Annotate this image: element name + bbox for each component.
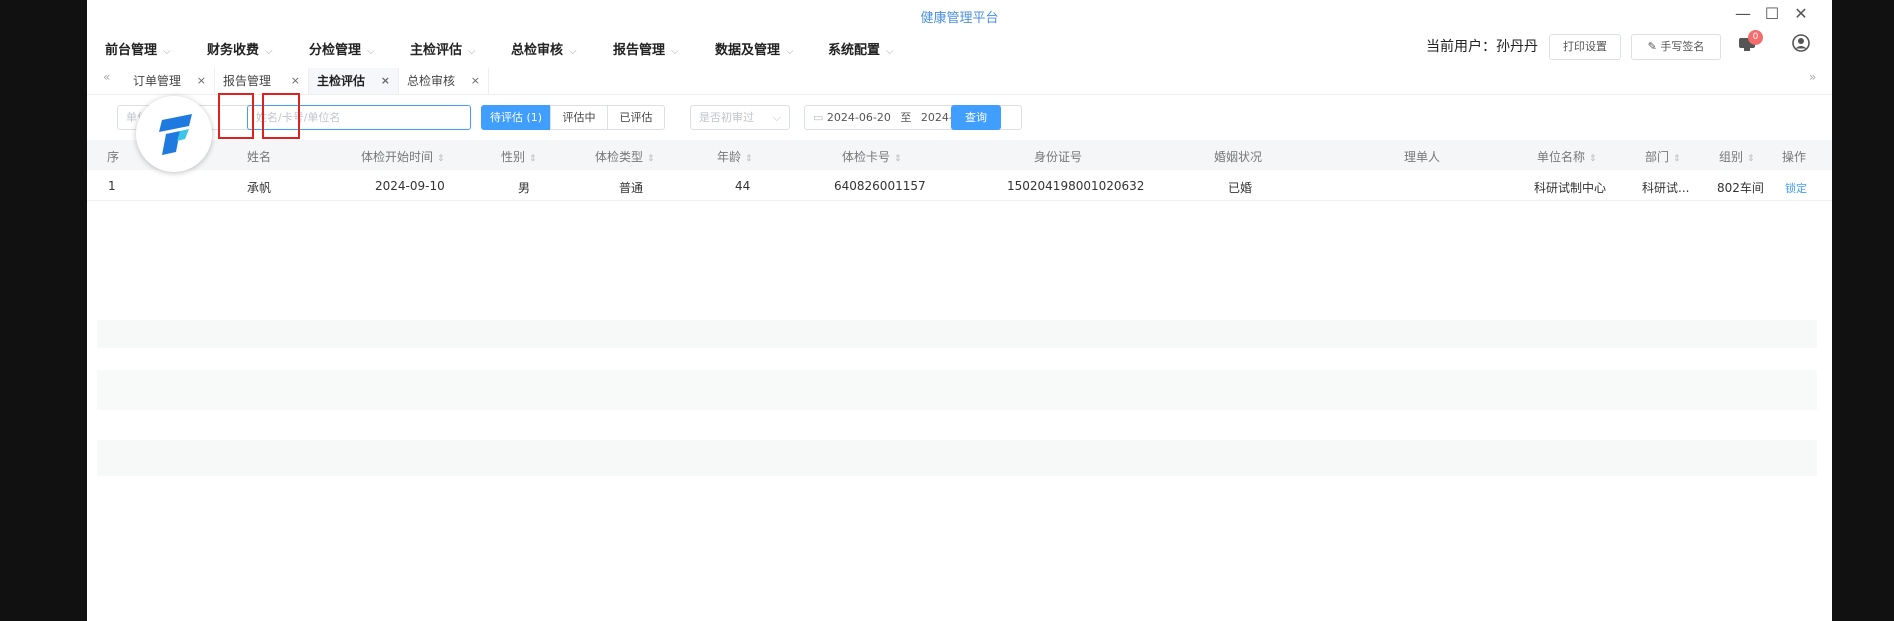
cell-index: 1 (108, 179, 116, 193)
sort-icon[interactable]: ⇕ (745, 154, 753, 164)
col-age[interactable]: 年龄 ⇕ (717, 148, 753, 165)
sort-icon[interactable]: ⇕ (1673, 154, 1681, 164)
tab-main-assessment[interactable]: 主检评估 × (309, 68, 399, 94)
print-settings-button[interactable]: 打印设置 (1549, 34, 1621, 60)
col-dept[interactable]: 部门 ⇕ (1645, 148, 1681, 165)
close-button[interactable]: ✕ (1790, 4, 1812, 23)
maximize-button[interactable]: ☐ (1761, 4, 1783, 23)
highlight-box-1 (218, 93, 254, 139)
col-index: 序 (107, 150, 120, 164)
status-done[interactable]: 已评估 (607, 105, 665, 130)
cell-start-date: 2024-09-10 (375, 179, 445, 193)
edit-icon: ✎ (1647, 40, 1661, 53)
menu-system[interactable]: 系统配置 ⌵ (828, 39, 894, 58)
col-name: 姓名 (247, 150, 272, 164)
date-start: 2024-06-20 (826, 111, 891, 124)
cell-gender: 男 (518, 181, 531, 195)
chevron-down-icon: ⌵ (671, 46, 679, 57)
highlight-box-2 (262, 93, 300, 139)
sort-icon[interactable]: ⇕ (1747, 154, 1755, 164)
close-icon[interactable]: × (381, 68, 390, 94)
col-marital: 婚姻状况 (1214, 150, 1263, 164)
cell-id-no: 150204198001020632 (1007, 179, 1145, 193)
tab-scroll-left-icon[interactable]: « (103, 70, 110, 84)
cell-age: 44 (735, 179, 751, 193)
minimize-button[interactable]: — (1732, 4, 1754, 23)
close-icon[interactable]: × (197, 68, 206, 94)
col-group[interactable]: 组别 ⇕ (1719, 148, 1755, 165)
table-row[interactable]: 1 承帆 2024-09-10 男 普通 44 640826001157 150… (87, 172, 1832, 201)
chevron-down-icon: ⌵ (367, 46, 375, 57)
menu-sub-exam[interactable]: 分检管理 ⌵ (309, 39, 375, 58)
sort-icon[interactable]: ⇕ (647, 154, 655, 164)
sort-icon[interactable]: ⇕ (1589, 154, 1597, 164)
signature-button[interactable]: ✎ 手写签名 (1631, 34, 1721, 60)
query-button[interactable]: 查询 (951, 105, 1001, 130)
notification-badge: 0 (1748, 30, 1763, 45)
review-select[interactable]: 是否初审过 ⌵ (690, 105, 790, 130)
menu-report[interactable]: 报告管理 ⌵ (613, 39, 679, 58)
tab-scroll-right-icon[interactable]: » (1809, 70, 1816, 84)
status-in-progress[interactable]: 评估中 (550, 105, 608, 130)
status-pending[interactable]: 待评估 (1) (481, 105, 551, 130)
chevron-down-icon: ⌵ (265, 46, 273, 57)
chevron-down-icon: ⌵ (569, 46, 577, 57)
col-handler: 理单人 (1404, 150, 1441, 164)
sort-icon[interactable]: ⇕ (437, 154, 445, 164)
chevron-down-icon: ⌵ (468, 46, 476, 57)
menu-finance[interactable]: 财务收费 ⌵ (207, 39, 273, 58)
cell-exam-type: 普通 (619, 181, 644, 195)
table-header: 序 姓名 体检开始时间 ⇕ 性别 ⇕ 体检类型 ⇕ 年龄 ⇕ 体检卡号 ⇕ 身份证号 婚姻… (87, 140, 1832, 170)
sort-icon[interactable]: ⇕ (894, 154, 902, 164)
menu-front-desk[interactable]: 前台管理 ⌵ (105, 39, 171, 58)
col-unit[interactable]: 单位名称 ⇕ (1537, 148, 1597, 165)
cell-dept: 科研试... (1642, 181, 1690, 195)
menu-general-review[interactable]: 总检审核 ⌵ (511, 39, 577, 58)
menu-data[interactable]: 数据及管理 ⌵ (715, 39, 794, 58)
menu-main-assessment[interactable]: 主检评估 ⌵ (410, 39, 476, 58)
tab-order-management[interactable]: 订单管理 × (125, 68, 215, 94)
window-title: 健康管理平台 (920, 11, 999, 26)
cell-unit: 科研试制中心 (1534, 181, 1607, 195)
close-icon[interactable]: × (471, 68, 480, 94)
cell-marital: 已婚 (1228, 181, 1253, 195)
app-window: 健康管理平台 — ☐ ✕ 前台管理 ⌵ 财务收费 ⌵ 分检管理 ⌵ 主检评估 ⌵ 总检审… (87, 0, 1832, 621)
faded-overlay (87, 210, 1832, 510)
col-start-date[interactable]: 体检开始时间 ⇕ (361, 148, 445, 165)
current-user: 当前用户：孙丹丹 (1426, 39, 1538, 55)
lock-link[interactable]: 锁定 (1785, 180, 1807, 196)
tab-bar: « 订单管理 × 报告管理 × 主检评估 × 总检审核 × » (87, 68, 1832, 95)
app-logo (136, 96, 212, 172)
col-action: 操作 (1782, 150, 1807, 164)
sort-icon[interactable]: ⇕ (529, 154, 537, 164)
chevron-down-icon: ⌵ (163, 46, 171, 57)
cell-group: 802车间 (1717, 181, 1764, 195)
title-bar: 健康管理平台 — ☐ ✕ (87, 0, 1832, 30)
cell-name: 承帆 (247, 181, 272, 195)
chevron-down-icon: ⌵ (886, 46, 894, 57)
col-id-no: 身份证号 (1034, 150, 1083, 164)
app-logo-icon (159, 114, 192, 155)
cell-card-no: 640826001157 (834, 179, 926, 193)
calendar-icon: ▭ (813, 111, 827, 124)
close-icon[interactable]: × (291, 68, 300, 94)
date-separator: 至 (900, 111, 912, 124)
user-avatar-icon[interactable] (1792, 34, 1810, 52)
col-exam-type[interactable]: 体检类型 ⇕ (595, 148, 655, 165)
col-gender[interactable]: 性别 ⇕ (501, 148, 537, 165)
chevron-down-icon: ⌵ (786, 46, 794, 57)
tab-report-management[interactable]: 报告管理 × (215, 68, 309, 94)
tab-general-review[interactable]: 总检审核 × (399, 68, 489, 94)
chevron-down-icon: ⌵ (772, 111, 781, 124)
col-card-no[interactable]: 体检卡号 ⇕ (842, 148, 902, 165)
